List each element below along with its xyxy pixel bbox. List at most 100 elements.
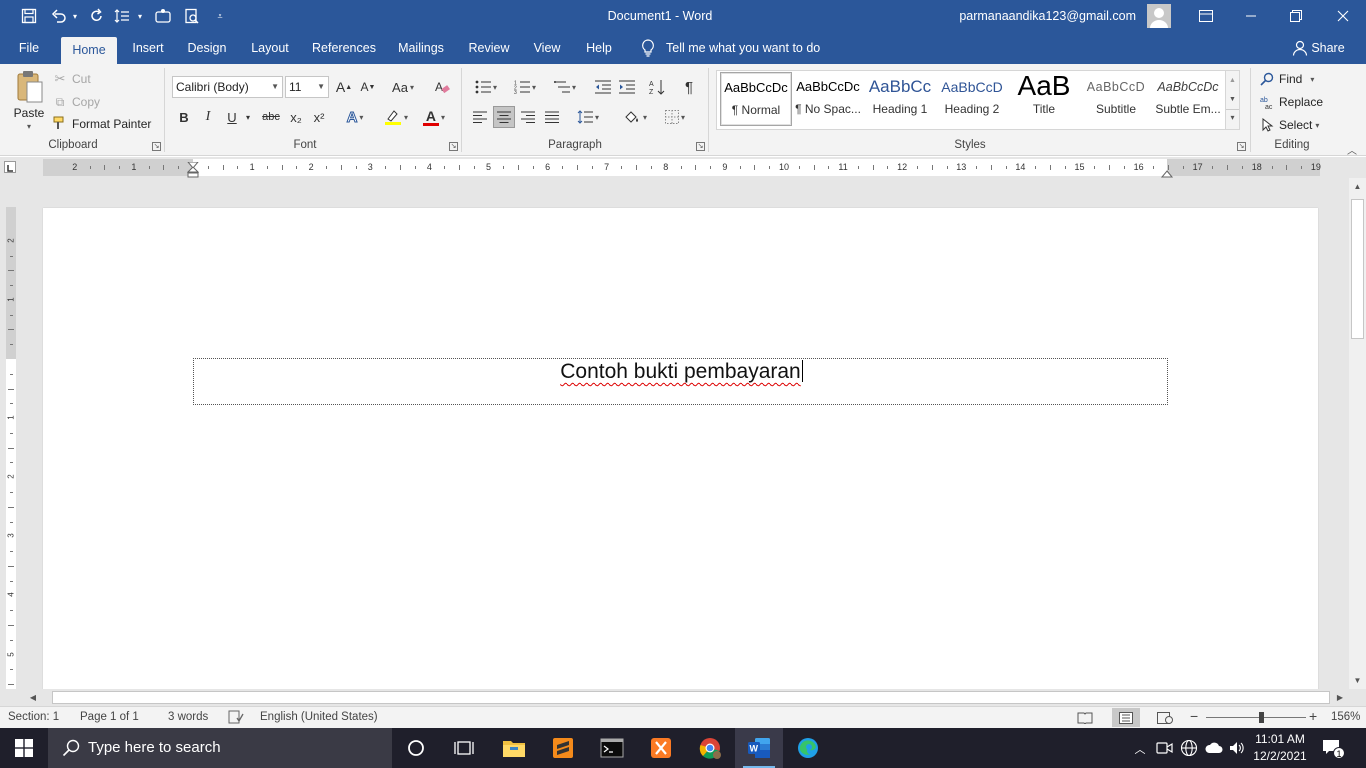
horizontal-scrollbar[interactable]: ◀ ▶: [0, 689, 1366, 706]
taskbar-search-box[interactable]: Type here to search: [48, 728, 392, 768]
xampp-icon[interactable]: [637, 728, 685, 768]
font-name-combo[interactable]: Calibri (Body) ▼: [172, 76, 283, 98]
avatar[interactable]: [1147, 4, 1171, 28]
shading-button[interactable]: ▾: [618, 106, 652, 128]
justify-button[interactable]: [542, 106, 562, 128]
undo-dropdown-icon[interactable]: ▾: [69, 0, 81, 32]
font-color-button[interactable]: A ▾: [416, 106, 452, 128]
strikethrough-button[interactable]: abc: [258, 106, 284, 128]
chrome-icon[interactable]: [686, 728, 734, 768]
page-indicator[interactable]: Page 1 of 1: [80, 711, 139, 723]
share-button[interactable]: Share: [1310, 32, 1346, 64]
repeat-icon[interactable]: [86, 0, 108, 32]
tab-review[interactable]: Review: [463, 32, 515, 64]
sort-button[interactable]: AZ: [646, 76, 668, 98]
tab-file[interactable]: File: [10, 32, 48, 64]
windows-start-icon[interactable]: [0, 728, 48, 768]
zoom-level[interactable]: 156%: [1331, 711, 1360, 723]
decrease-indent-button[interactable]: [592, 76, 614, 98]
change-case-button[interactable]: Aa ▾: [386, 76, 420, 98]
touch-mode-icon[interactable]: [152, 0, 174, 32]
document-text[interactable]: Contoh bukti pembayaran: [560, 360, 801, 383]
tab-layout[interactable]: Layout: [244, 32, 296, 64]
shrink-font-button[interactable]: A ▼: [358, 76, 378, 98]
read-mode-icon[interactable]: [1074, 709, 1096, 726]
styles-launcher-icon[interactable]: ↘: [1237, 142, 1246, 151]
tab-selector-icon[interactable]: [4, 161, 16, 173]
tell-me-search[interactable]: Tell me what you want to do: [666, 32, 826, 64]
meet-now-icon[interactable]: [1156, 740, 1174, 756]
line-spacing-dropdown-icon[interactable]: ▾: [134, 0, 146, 32]
zoom-in-button[interactable]: +: [1309, 708, 1317, 724]
style-subtle-emphasis[interactable]: AaBbCcDc Subtle Em...: [1152, 72, 1224, 126]
save-icon[interactable]: [16, 0, 42, 32]
borders-button[interactable]: ▾: [658, 106, 692, 128]
minimize-icon[interactable]: [1229, 0, 1273, 32]
tab-design[interactable]: Design: [182, 32, 232, 64]
style-heading-1[interactable]: AaBbCc Heading 1: [864, 72, 936, 126]
terminal-icon[interactable]: [588, 728, 636, 768]
tab-help[interactable]: Help: [580, 32, 618, 64]
select-button[interactable]: Select ▾: [1260, 115, 1334, 135]
zoom-slider-thumb[interactable]: [1259, 712, 1264, 723]
scroll-right-icon[interactable]: ▶: [1333, 690, 1347, 705]
show-hidden-icons[interactable]: ︿: [1132, 741, 1148, 756]
cortana-icon[interactable]: [392, 728, 440, 768]
document-page[interactable]: Contoh bukti pembayaran: [43, 208, 1318, 698]
cut-button[interactable]: ✂ Cut: [52, 69, 112, 89]
collapse-ribbon-icon[interactable]: ︿: [1344, 142, 1360, 157]
numbering-button[interactable]: 1 2 3 ▾: [508, 76, 542, 98]
find-button[interactable]: Find ▾: [1260, 69, 1334, 89]
horizontal-scroll-thumb[interactable]: [52, 691, 1330, 704]
scroll-up-icon[interactable]: ▲: [1349, 178, 1366, 195]
clock-time[interactable]: 11:01 AM: [1252, 731, 1308, 747]
sublime-text-icon[interactable]: [539, 728, 587, 768]
section-indicator[interactable]: Section: 1: [8, 711, 59, 723]
file-explorer-icon[interactable]: [490, 728, 538, 768]
more-styles-icon[interactable]: ▾: [1226, 109, 1239, 127]
tab-view[interactable]: View: [527, 32, 567, 64]
edge-icon[interactable]: [784, 728, 832, 768]
right-indent-marker[interactable]: [1160, 167, 1174, 178]
paste-dropdown-icon[interactable]: ▾: [8, 122, 50, 131]
align-right-button[interactable]: [518, 106, 538, 128]
scroll-left-icon[interactable]: ◀: [26, 690, 40, 705]
first-line-indent-marker[interactable]: [186, 159, 200, 169]
tab-insert[interactable]: Insert: [126, 32, 170, 64]
header-text-box[interactable]: Contoh bukti pembayaran: [193, 358, 1168, 405]
copy-button[interactable]: ⧉ Copy: [52, 92, 112, 112]
text-effects-button[interactable]: A ▾: [338, 106, 372, 128]
grow-font-button[interactable]: A ▲: [334, 76, 354, 98]
print-preview-icon[interactable]: [181, 0, 203, 32]
close-icon[interactable]: [1320, 0, 1366, 32]
tab-home[interactable]: Home: [61, 37, 117, 64]
scroll-thumb[interactable]: [1351, 199, 1364, 339]
notification-center-icon[interactable]: 1: [1322, 738, 1345, 759]
style-subtitle[interactable]: AaBbCcD Subtitle: [1080, 72, 1152, 126]
vertical-scrollbar[interactable]: ▲ ▼: [1349, 178, 1366, 689]
style-normal[interactable]: AaBbCcDc ¶ Normal: [720, 72, 792, 126]
web-layout-icon[interactable]: [1154, 709, 1176, 726]
align-left-button[interactable]: [470, 106, 490, 128]
customize-qat-icon[interactable]: ⩡: [212, 0, 228, 32]
scroll-up-icon[interactable]: ▲: [1226, 71, 1239, 90]
underline-button[interactable]: U: [222, 106, 242, 128]
tab-mailings[interactable]: Mailings: [392, 32, 450, 64]
multilevel-list-button[interactable]: ▾: [548, 76, 582, 98]
subscript-button[interactable]: x₂: [286, 106, 306, 128]
account-email[interactable]: parmanaandika123@gmail.com: [940, 0, 1136, 32]
clock-date[interactable]: 12/2/2021: [1252, 748, 1308, 764]
style-no-spacing[interactable]: AaBbCcDc ¶ No Spac...: [792, 72, 864, 126]
clear-formatting-button[interactable]: A: [430, 76, 454, 98]
undo-icon[interactable]: [48, 0, 70, 32]
clipboard-launcher-icon[interactable]: ↘: [152, 142, 161, 151]
superscript-button[interactable]: x²: [309, 106, 329, 128]
paragraph-launcher-icon[interactable]: ↘: [696, 142, 705, 151]
volume-icon[interactable]: [1228, 740, 1246, 756]
bullets-button[interactable]: ▾: [470, 76, 502, 98]
align-center-button[interactable]: [493, 106, 515, 128]
paste-button[interactable]: Paste ▾: [8, 70, 50, 136]
style-title[interactable]: AaB Title: [1008, 72, 1080, 126]
task-view-icon[interactable]: [440, 728, 488, 768]
weather-cloud-icon[interactable]: [1204, 740, 1224, 756]
